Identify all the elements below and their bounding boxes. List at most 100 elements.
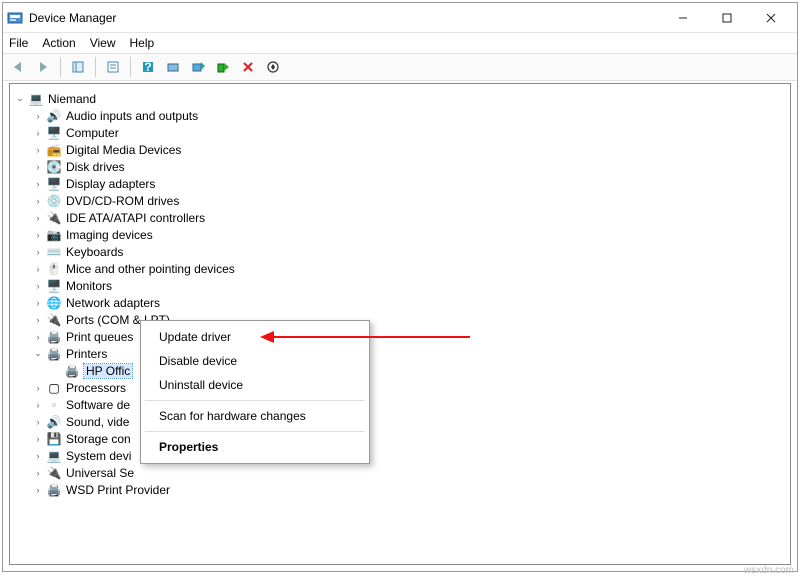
- properties-button[interactable]: [102, 56, 124, 78]
- tree-item[interactable]: ›⌨️Keyboards: [30, 243, 788, 260]
- tree-item-label: Printers: [66, 347, 107, 361]
- tree-item-label: DVD/CD-ROM drives: [66, 194, 179, 208]
- tree-item[interactable]: ›💽Disk drives: [30, 158, 788, 175]
- device-icon: 🔌: [46, 312, 62, 328]
- tree-item-label: Software de: [66, 398, 130, 412]
- expand-icon[interactable]: ›: [32, 450, 44, 462]
- tree-item[interactable]: ›🔌 Universal Se: [30, 464, 788, 481]
- ctx-disable-device[interactable]: Disable device: [143, 349, 367, 373]
- expand-icon[interactable]: ›: [32, 144, 44, 156]
- device-icon: ▢: [46, 380, 62, 396]
- tree-item[interactable]: ›🔌 IDE ATA/ATAPI controllers: [30, 209, 788, 226]
- device-icon: 🖥️: [46, 125, 62, 141]
- tree-item[interactable]: ›🖥️Monitors: [30, 277, 788, 294]
- collapse-icon[interactable]: ⌄: [14, 93, 26, 105]
- tree-item-label: Storage con: [66, 432, 131, 446]
- device-icon: 💽: [46, 159, 62, 175]
- tree-item-label: Mice and other pointing devices: [66, 262, 235, 276]
- expand-icon[interactable]: ›: [32, 246, 44, 258]
- tree-item-label: Digital Media Devices: [66, 143, 181, 157]
- tree-item-label: IDE ATA/ATAPI controllers: [66, 211, 205, 225]
- device-icon: 🔌: [46, 210, 62, 226]
- minimize-button[interactable]: [661, 4, 705, 32]
- enable-button[interactable]: [212, 56, 234, 78]
- expand-icon[interactable]: ›: [32, 297, 44, 309]
- tree-item[interactable]: ›🌐Network adapters: [30, 294, 788, 311]
- device-icon: 🖥️: [46, 176, 62, 192]
- tree-item-label: Audio inputs and outputs: [66, 109, 198, 123]
- update-driver-button[interactable]: [187, 56, 209, 78]
- expand-icon[interactable]: ›: [32, 161, 44, 173]
- device-icon: 🔊: [46, 108, 62, 124]
- expand-icon[interactable]: ›: [32, 280, 44, 292]
- app-icon: [7, 10, 23, 26]
- collapse-icon[interactable]: ⌄: [32, 348, 44, 360]
- expand-icon[interactable]: ›: [32, 484, 44, 496]
- device-icon: 🔌: [46, 465, 62, 481]
- expand-icon[interactable]: ›: [32, 399, 44, 411]
- expand-icon[interactable]: ›: [32, 416, 44, 428]
- device-icon: 💾: [46, 431, 62, 447]
- expand-icon[interactable]: ›: [32, 127, 44, 139]
- tree-item-label: Imaging devices: [66, 228, 153, 242]
- menu-view[interactable]: View: [90, 36, 116, 50]
- tree-item[interactable]: ›🖱️ Mice and other pointing devices: [30, 260, 788, 277]
- device-icon: 🖱️: [46, 261, 62, 277]
- tree-item-label: Print queues: [66, 330, 133, 344]
- tree-item-label: Universal Se: [66, 466, 134, 480]
- tree-item[interactable]: ›📻Digital Media Devices: [30, 141, 788, 158]
- window-title: Device Manager: [29, 11, 661, 25]
- maximize-button[interactable]: [705, 4, 749, 32]
- tree-item[interactable]: ›🖥️ Computer: [30, 124, 788, 141]
- ctx-scan-hardware[interactable]: Scan for hardware changes: [143, 404, 367, 428]
- uninstall-button[interactable]: [237, 56, 259, 78]
- tree-view[interactable]: ⌄💻Niemand›🔊Audio inputs and outputs›🖥️Co…: [9, 83, 791, 565]
- menu-action[interactable]: Action: [42, 36, 75, 50]
- device-icon: 🖨️: [46, 346, 62, 362]
- tree-item[interactable]: ›🔊 Audio inputs and outputs: [30, 107, 788, 124]
- scan-hw-button[interactable]: [262, 56, 284, 78]
- device-icon: 💿: [46, 193, 62, 209]
- device-icon: 📷: [46, 227, 62, 243]
- device-icon: ▫️: [46, 397, 62, 413]
- ctx-separator: [145, 400, 365, 401]
- expand-icon[interactable]: ›: [32, 178, 44, 190]
- tree-item[interactable]: ⌄💻Niemand: [12, 90, 788, 107]
- expand-icon[interactable]: ›: [32, 433, 44, 445]
- tree-item[interactable]: ›📷 Imaging devices: [30, 226, 788, 243]
- tree-item[interactable]: ›🖨️WSD Print Provider: [30, 481, 788, 498]
- show-hide-tree-button[interactable]: [67, 56, 89, 78]
- expand-icon[interactable]: ›: [32, 467, 44, 479]
- close-button[interactable]: [749, 4, 793, 32]
- menu-help[interactable]: Help: [130, 36, 155, 50]
- back-button[interactable]: [7, 56, 29, 78]
- menu-bar: File Action View Help: [3, 33, 797, 53]
- device-icon: ⌨️: [46, 244, 62, 260]
- expand-icon[interactable]: ›: [32, 229, 44, 241]
- menu-file[interactable]: File: [9, 36, 28, 50]
- tree-item[interactable]: ›💿 DVD/CD-ROM drives: [30, 192, 788, 209]
- device-icon: 🌐: [46, 295, 62, 311]
- forward-button[interactable]: [32, 56, 54, 78]
- expand-icon[interactable]: ›: [32, 331, 44, 343]
- device-icon: 🖨️: [46, 329, 62, 345]
- expand-icon[interactable]: ›: [32, 212, 44, 224]
- expand-icon[interactable]: ›: [32, 314, 44, 326]
- expand-icon[interactable]: ›: [32, 263, 44, 275]
- device-icon: 🖨️: [46, 482, 62, 498]
- device-icon: 🔊: [46, 414, 62, 430]
- tree-item[interactable]: ›🖥️ Display adapters: [30, 175, 788, 192]
- expand-icon[interactable]: ›: [32, 110, 44, 122]
- tree-item-label: System devi: [66, 449, 131, 463]
- tree-item-label: Computer: [66, 126, 119, 140]
- scan-button[interactable]: [162, 56, 184, 78]
- expand-icon[interactable]: ›: [32, 195, 44, 207]
- tree-item-label: Processors: [66, 381, 126, 395]
- expand-icon[interactable]: ›: [32, 382, 44, 394]
- ctx-separator: [145, 431, 365, 432]
- ctx-properties[interactable]: Properties: [143, 435, 367, 459]
- tree-item-label: Display adapters: [66, 177, 155, 191]
- ctx-uninstall-device[interactable]: Uninstall device: [143, 373, 367, 397]
- annotation-arrow-icon: [260, 329, 480, 345]
- help-button[interactable]: ?: [137, 56, 159, 78]
